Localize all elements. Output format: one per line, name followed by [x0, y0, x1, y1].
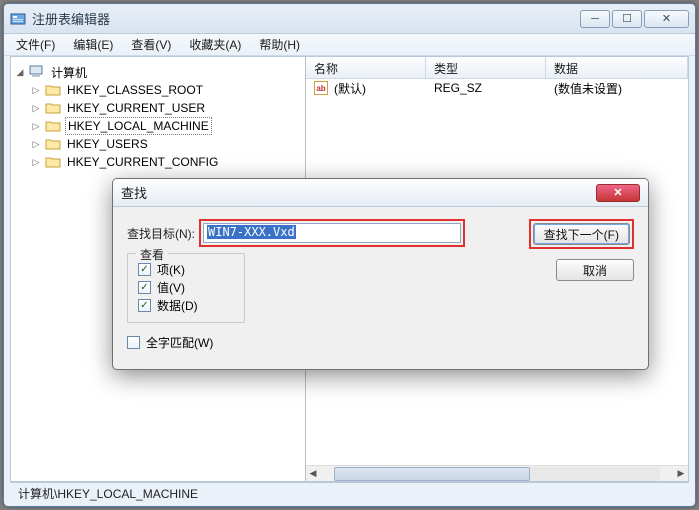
expand-icon[interactable]: ▷ — [31, 157, 41, 168]
tree-item-label: HKEY_CLASSES_ROOT — [65, 82, 205, 98]
scroll-right-icon[interactable]: ▶ — [674, 467, 688, 481]
expand-icon[interactable]: ▷ — [31, 103, 41, 114]
computer-icon — [29, 65, 45, 79]
horizontal-scrollbar[interactable]: ◀ ▶ — [306, 465, 688, 481]
folder-icon — [45, 119, 61, 133]
value-name: (默认) — [334, 80, 366, 97]
col-data[interactable]: 数据 — [546, 57, 688, 78]
menu-help[interactable]: 帮助(H) — [251, 34, 308, 55]
close-button[interactable]: ✕ — [644, 10, 689, 28]
checkbox-checked-icon[interactable]: ✓ — [138, 299, 151, 312]
status-bar: 计算机\HKEY_LOCAL_MACHINE — [10, 482, 689, 504]
tree-item-hklm[interactable]: ▷ HKEY_LOCAL_MACHINE — [15, 117, 301, 135]
checkbox-checked-icon[interactable]: ✓ — [138, 281, 151, 294]
tree-item-hkcc[interactable]: ▷ HKEY_CURRENT_CONFIG — [15, 153, 301, 171]
check-data-label: 数据(D) — [157, 297, 198, 314]
regedit-icon — [10, 11, 26, 27]
look-at-group: 查看 ✓ 项(K) ✓ 值(V) ✓ 数据(D) — [127, 253, 245, 323]
find-dialog: 查找 ✕ 查找目标(N): WIN7-XXX.Vxd 查找下一个(F) 取消 查… — [112, 178, 649, 370]
find-target-label: 查找目标(N): — [127, 225, 195, 242]
scroll-left-icon[interactable]: ◀ — [306, 467, 320, 481]
list-row[interactable]: ab (默认) REG_SZ (数值未设置) — [306, 79, 688, 97]
menu-bar: 文件(F) 编辑(E) 查看(V) 收藏夹(A) 帮助(H) — [4, 34, 695, 56]
group-legend: 查看 — [136, 246, 168, 263]
folder-icon — [45, 83, 61, 97]
status-path: 计算机\HKEY_LOCAL_MACHINE — [18, 485, 198, 502]
tree-root[interactable]: ◢ 计算机 — [15, 63, 301, 81]
checkbox-unchecked-icon[interactable] — [127, 336, 140, 349]
tree-item-hku[interactable]: ▷ HKEY_USERS — [15, 135, 301, 153]
tree-item-hkcu[interactable]: ▷ HKEY_CURRENT_USER — [15, 99, 301, 117]
dialog-title: 查找 — [121, 183, 596, 202]
tree-item-label: HKEY_USERS — [65, 136, 150, 152]
tree-item-label: HKEY_CURRENT_CONFIG — [65, 154, 220, 170]
value-type: REG_SZ — [426, 79, 546, 97]
col-name[interactable]: 名称 — [306, 57, 426, 78]
window-buttons: ─ ☐ ✕ — [580, 10, 689, 28]
dialog-titlebar: 查找 ✕ — [113, 179, 648, 207]
expand-icon[interactable]: ▷ — [31, 139, 41, 150]
folder-icon — [45, 101, 61, 115]
tree-item-label: HKEY_CURRENT_USER — [65, 100, 207, 116]
scroll-track[interactable] — [334, 467, 660, 481]
check-data-row[interactable]: ✓ 数据(D) — [138, 296, 234, 314]
scroll-thumb[interactable] — [334, 467, 530, 481]
dialog-close-button[interactable]: ✕ — [596, 184, 640, 202]
list-header: 名称 类型 数据 — [306, 57, 688, 79]
dialog-buttons: 查找下一个(F) 取消 — [529, 219, 634, 281]
find-next-button[interactable]: 查找下一个(F) — [533, 223, 630, 245]
checkbox-checked-icon[interactable]: ✓ — [138, 263, 151, 276]
menu-file[interactable]: 文件(F) — [8, 34, 63, 55]
tree-item-hkcr[interactable]: ▷ HKEY_CLASSES_ROOT — [15, 81, 301, 99]
highlight-box: 查找下一个(F) — [529, 219, 634, 249]
value-data: (数值未设置) — [546, 79, 688, 99]
expand-icon[interactable]: ▷ — [31, 85, 41, 96]
menu-fav[interactable]: 收藏夹(A) — [181, 34, 249, 55]
check-values-label: 值(V) — [157, 279, 185, 296]
check-keys-label: 项(K) — [157, 261, 185, 278]
maximize-button[interactable]: ☐ — [612, 10, 642, 28]
menu-edit[interactable]: 编辑(E) — [65, 34, 121, 55]
dialog-body: 查找目标(N): WIN7-XXX.Vxd 查找下一个(F) 取消 查看 ✓ 项… — [113, 207, 648, 369]
highlight-box: WIN7-XXX.Vxd — [199, 219, 465, 247]
folder-icon — [45, 155, 61, 169]
find-target-input[interactable]: WIN7-XXX.Vxd — [203, 223, 461, 243]
titlebar: 注册表编辑器 ─ ☐ ✕ — [4, 4, 695, 34]
find-target-value: WIN7-XXX.Vxd — [207, 225, 296, 239]
col-type[interactable]: 类型 — [426, 57, 546, 78]
check-values-row[interactable]: ✓ 值(V) — [138, 278, 234, 296]
whole-word-label: 全字匹配(W) — [146, 334, 213, 351]
tree-item-label: HKEY_LOCAL_MACHINE — [65, 117, 212, 135]
tree-root-label: 计算机 — [49, 63, 89, 82]
collapse-icon[interactable]: ◢ — [15, 67, 25, 78]
minimize-button[interactable]: ─ — [580, 10, 610, 28]
menu-view[interactable]: 查看(V) — [123, 34, 179, 55]
expand-icon[interactable]: ▷ — [31, 121, 41, 132]
string-value-icon: ab — [314, 81, 328, 95]
folder-icon — [45, 137, 61, 151]
cancel-button[interactable]: 取消 — [556, 259, 634, 281]
window-title: 注册表编辑器 — [32, 9, 580, 28]
whole-word-row[interactable]: 全字匹配(W) — [127, 333, 634, 351]
